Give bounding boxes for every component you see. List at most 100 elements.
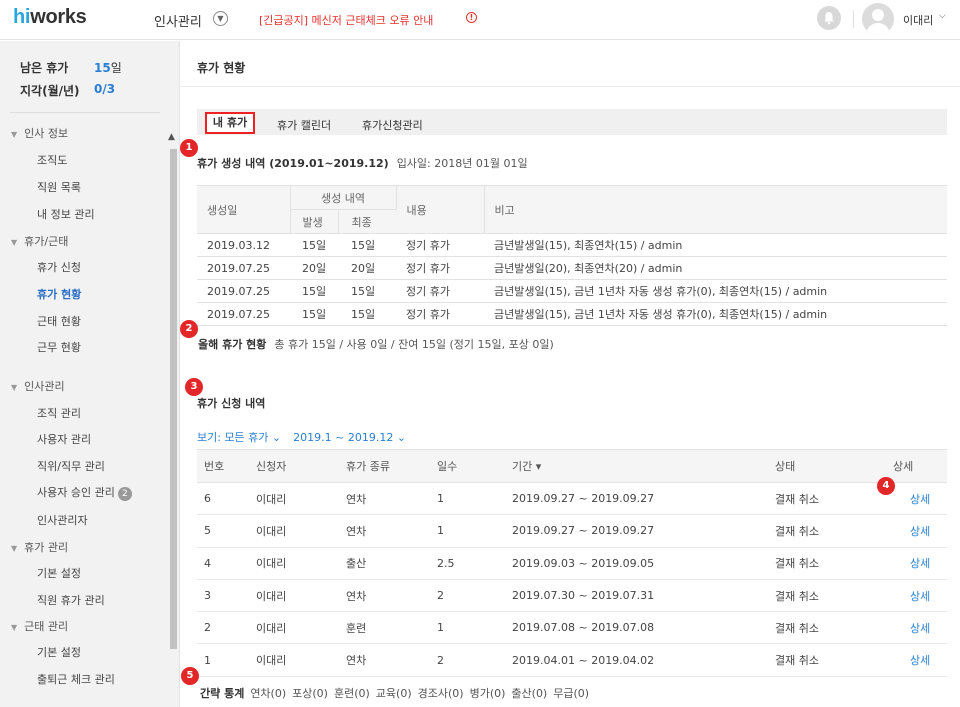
detail-link[interactable]: 상세: [886, 514, 947, 548]
request-section-title: 휴가 신청 내역: [197, 397, 266, 410]
cell-days: 1: [430, 514, 505, 548]
cell-final: 15일: [338, 302, 396, 326]
sidebar-item-my-info[interactable]: 내 정보 관리: [37, 206, 95, 222]
sidebar-item-user-approval[interactable]: 사용자 승인 관리 2: [37, 484, 132, 501]
stat-item: 연차(0): [250, 687, 287, 700]
detail-link[interactable]: 상세: [886, 643, 947, 677]
detail-link[interactable]: 상세: [886, 579, 947, 613]
cell-period: 2019.07.30 ~ 2019.07.31: [505, 579, 768, 613]
tab-my-leave[interactable]: 내 휴가: [205, 112, 255, 134]
chevron-down-icon: ▼: [11, 238, 18, 247]
tab-leave-request-manage[interactable]: 휴가신청관리: [362, 117, 423, 133]
sidebar: 남은 휴가 15일 지각(월/년) 0/3 ▼ 인사 정보 조직도 직원 목록 내…: [0, 41, 180, 707]
col-final: 최종: [338, 209, 396, 234]
stat-item: 무급(0): [553, 687, 590, 700]
sidebar-section-hr-admin[interactable]: ▼ 인사관리: [11, 378, 65, 394]
cell-type: 연차: [339, 643, 430, 677]
table-row: 2019.07.25 20일 20일 정기 휴가 금년발생일(20), 최종연차(20)…: [197, 256, 947, 280]
header-separator: [853, 10, 854, 28]
detail-link[interactable]: 상세: [886, 547, 947, 580]
period-filter[interactable]: 2019.1 ~ 2019.12 ⌄: [293, 431, 406, 444]
sidebar-item-hr-admin[interactable]: 인사관리자: [37, 512, 88, 528]
cell-note: 금년발생일(15), 금년 1년차 자동 생성 휴가(0), 최종연차(15) …: [484, 302, 947, 326]
sidebar-item-user-manage[interactable]: 사용자 관리: [37, 431, 91, 447]
col-days: 일수: [430, 449, 505, 483]
leave-type-filter[interactable]: 보기: 모든 휴가 ⌄: [197, 431, 281, 444]
sidebar-section-hr-info[interactable]: ▼ 인사 정보: [11, 125, 68, 141]
sidebar-section-leave[interactable]: ▼ 휴가/근태: [11, 233, 68, 249]
hiworks-logo[interactable]: hiworks: [13, 6, 87, 29]
remaining-leave-label: 남은 휴가: [20, 61, 69, 75]
sidebar-item-org-manage[interactable]: 조직 관리: [37, 405, 81, 421]
cell-occur: 20일: [290, 256, 338, 280]
chevron-down-icon[interactable]: ▼: [213, 11, 228, 26]
cell-no: 5: [197, 514, 249, 548]
table-row: 4 이대리 출산 2.5 2019.09.03 ~ 2019.09.05 결재 취소 상세: [197, 547, 947, 580]
col-leave-type: 휴가 종류: [339, 449, 430, 483]
cell-content: 정기 휴가: [396, 279, 484, 303]
chevron-down-icon[interactable]: ⌵: [939, 11, 946, 21]
urgent-notice-link[interactable]: [긴급공지] 메신저 근태체크 오류 안내: [259, 12, 433, 28]
col-period[interactable]: 기간 ▾: [505, 449, 768, 483]
sidebar-section-leave-admin[interactable]: ▼ 휴가 관리: [11, 539, 68, 555]
page-title: 휴가 현황: [197, 61, 246, 75]
avatar[interactable]: [862, 3, 894, 35]
cell-status: 결재 취소: [768, 482, 886, 516]
sidebar-item-attendance-status[interactable]: 근태 현황: [37, 313, 81, 329]
col-occurred: 발생: [290, 209, 339, 234]
sidebar-item-leave-request[interactable]: 휴가 신청: [37, 259, 81, 275]
chevron-down-icon: ▼: [11, 383, 18, 392]
cell-applicant: 이대리: [249, 482, 339, 516]
cell-content: 정기 휴가: [396, 256, 484, 280]
col-content: 내용: [396, 185, 485, 234]
sidebar-item-position-manage[interactable]: 직위/직무 관리: [37, 458, 105, 474]
cell-applicant: 이대리: [249, 579, 339, 613]
sidebar-item-leave-status[interactable]: 휴가 현황: [37, 286, 81, 302]
username[interactable]: 이대리: [903, 12, 933, 28]
scroll-up-icon[interactable]: ▲: [168, 132, 175, 142]
sidebar-section-attendance-admin[interactable]: ▼ 근태 관리: [11, 618, 68, 634]
cell-days: 1: [430, 482, 505, 516]
app-title[interactable]: 인사관리: [154, 11, 202, 30]
cell-note: 금년발생일(15), 최종연차(15) / admin: [484, 233, 947, 257]
cell-period: 2019.07.08 ~ 2019.07.08: [505, 611, 768, 645]
cell-content: 정기 휴가: [396, 302, 484, 326]
sidebar-item-leave-settings[interactable]: 기본 설정: [37, 565, 81, 581]
cell-final: 15일: [338, 279, 396, 303]
table-row: 6 이대리 연차 1 2019.09.27 ~ 2019.09.27 결재 취소 상세: [197, 482, 947, 516]
annual-leave-status: 올해 휴가 현황 총 휴가 15일 / 사용 0일 / 잔여 15일 (정기 15…: [198, 338, 554, 351]
sidebar-scrollbar[interactable]: [170, 149, 177, 649]
cell-no: 4: [197, 547, 249, 580]
sidebar-item-checkin-manage[interactable]: 출퇴근 체크 관리: [37, 671, 115, 687]
cell-date: 2019.07.25: [197, 279, 290, 303]
cell-final: 15일: [338, 233, 396, 257]
sidebar-item-work-status[interactable]: 근무 현황: [37, 339, 81, 355]
table-row: 2 이대리 훈련 1 2019.07.08 ~ 2019.07.08 결재 취소 상세: [197, 611, 947, 645]
table-row: 2019.07.25 15일 15일 정기 휴가 금년발생일(15), 금년 1년차 자…: [197, 279, 947, 303]
stat-item: 병가(0): [469, 687, 506, 700]
bell-icon[interactable]: [817, 6, 841, 30]
cell-date: 2019.07.25: [197, 302, 290, 326]
sidebar-item-attendance-settings[interactable]: 기본 설정: [37, 644, 81, 660]
table-row: 1 이대리 연차 2 2019.04.01 ~ 2019.04.02 결재 취소 상세: [197, 643, 947, 677]
sidebar-item-org-chart[interactable]: 조직도: [37, 152, 67, 168]
late-count-label: 지각(월/년): [20, 84, 80, 98]
logo-hi: hi: [13, 6, 31, 28]
tab-leave-calendar[interactable]: 휴가 캘린더: [277, 117, 331, 133]
cell-type: 연차: [339, 482, 430, 516]
detail-link[interactable]: 상세: [886, 482, 947, 516]
stat-item: 출산(0): [511, 687, 548, 700]
cell-type: 연차: [339, 579, 430, 613]
stat-item: 포상(0): [292, 687, 328, 700]
stat-item: 훈련(0): [333, 687, 370, 700]
late-count-value: 0/3: [94, 82, 116, 96]
sidebar-item-employee-list[interactable]: 직원 목록: [37, 179, 81, 195]
cell-note: 금년발생일(15), 금년 1년차 자동 생성 휴가(0), 최종연차(15) …: [484, 279, 947, 303]
cell-date: 2019.03.12: [197, 233, 290, 257]
detail-link[interactable]: 상세: [886, 611, 947, 645]
sidebar-item-employee-leave[interactable]: 직원 휴가 관리: [37, 592, 105, 608]
cell-days: 2.5: [430, 547, 505, 580]
cell-days: 1: [430, 611, 505, 645]
step-marker-1: 1: [180, 139, 198, 157]
page-divider: [181, 86, 960, 87]
